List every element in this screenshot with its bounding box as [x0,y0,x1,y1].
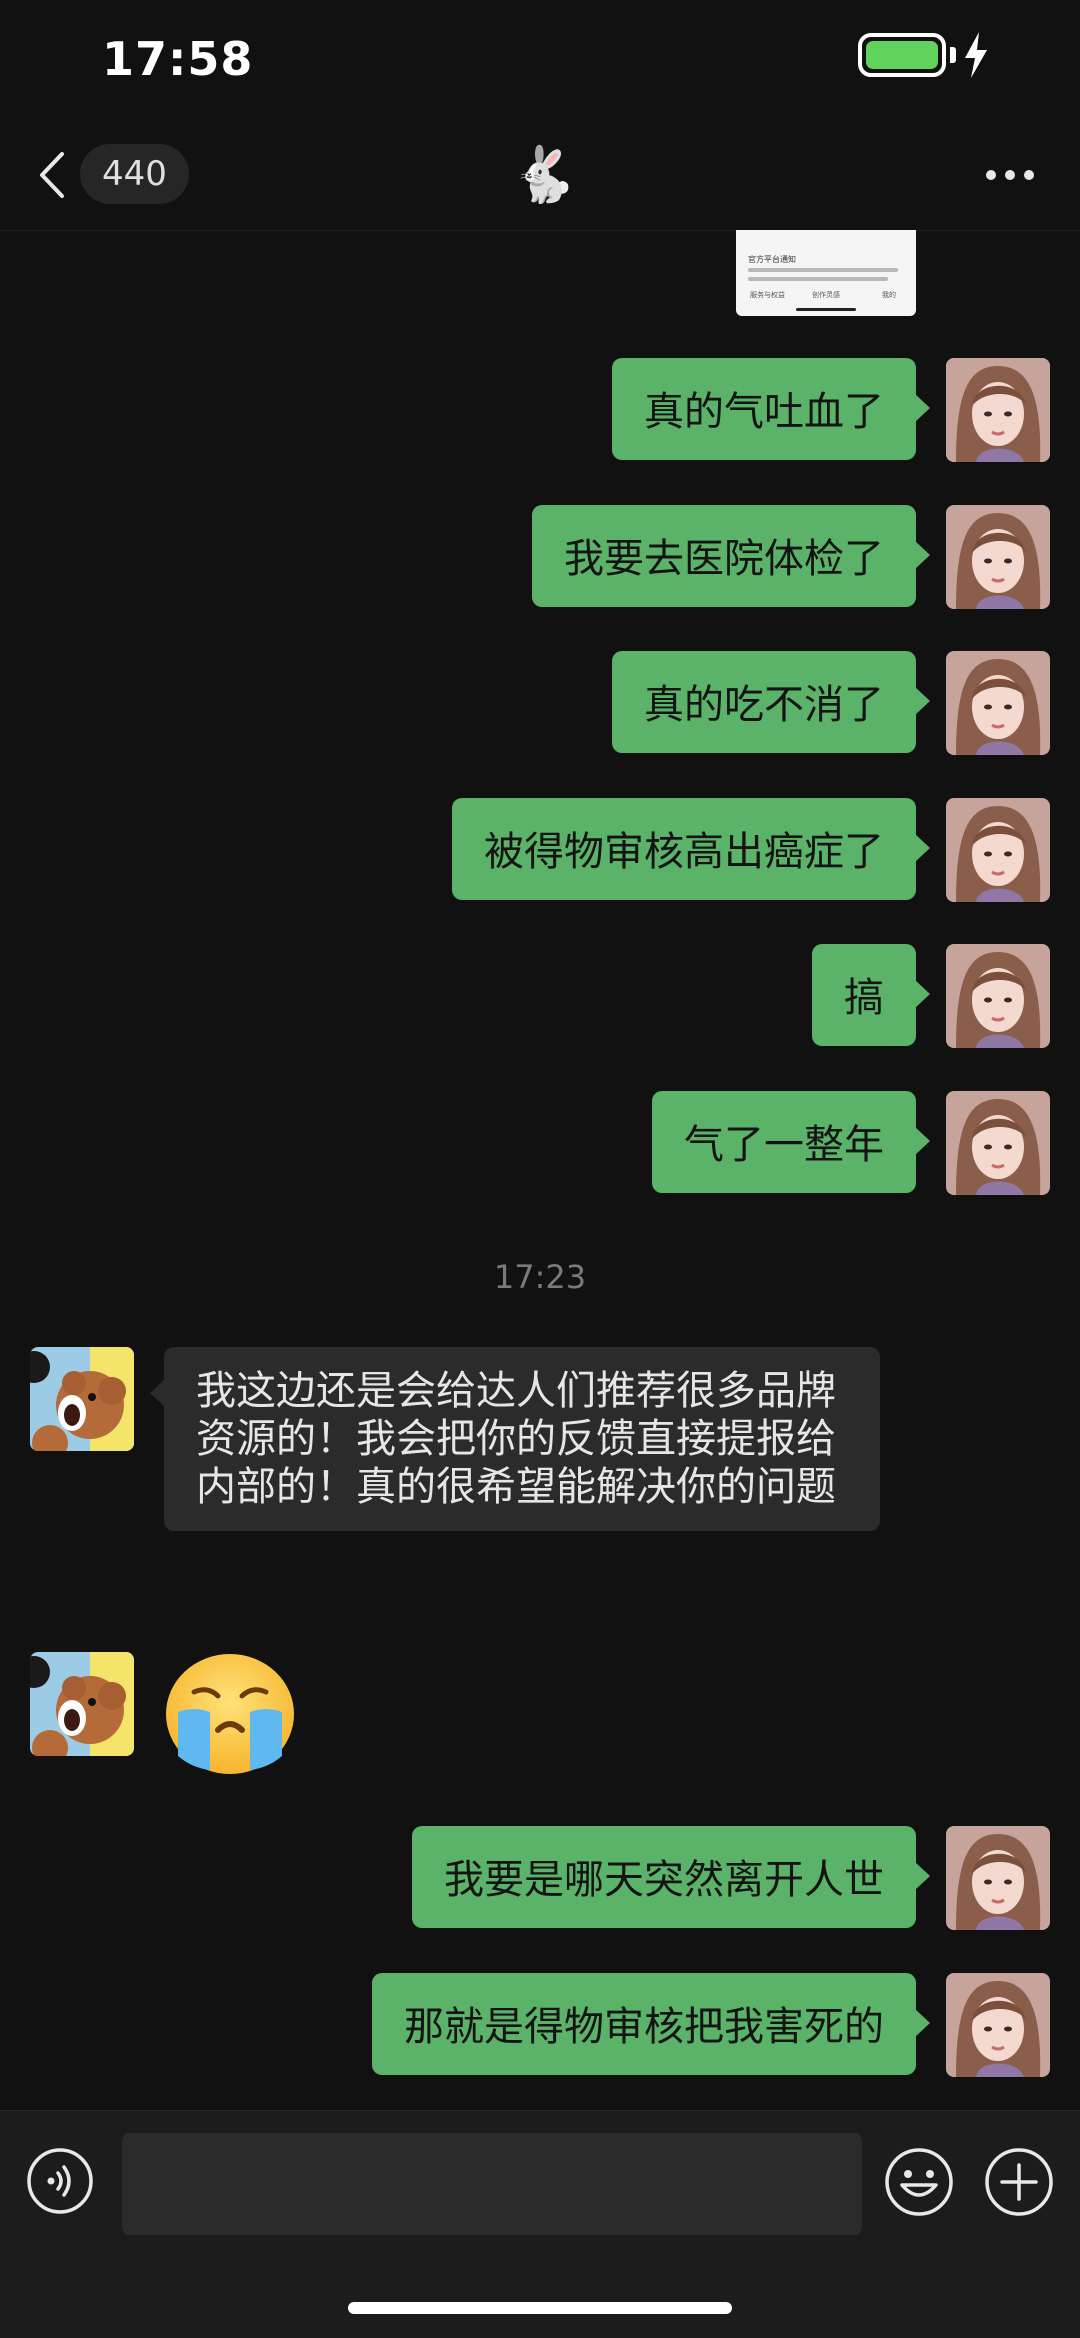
card-option: 服务与权益 [750,291,785,299]
outgoing-message-bubble[interactable]: 那就是得物审核把我害死的 [372,1973,930,2075]
shared-card-preview[interactable]: 官方平台通知 服务与权益 创作灵感 我的 [736,230,916,316]
outgoing-message-bubble[interactable]: 真的吃不消了 [612,651,930,753]
message-row: 搞 [0,944,1080,1048]
card-option: 创作灵感 [812,291,840,299]
chat-header: 440 🐇 [0,120,1080,231]
status-bar: 17:58 [0,0,1080,120]
battery-icon [858,33,946,77]
outgoing-message-bubble[interactable]: 被得物审核高出癌症了 [452,798,930,900]
emoji-picker-icon[interactable] [884,2147,954,2217]
timestamp-divider: 17:23 [493,1258,587,1296]
outgoing-message-bubble[interactable]: 我要是哪天突然离开人世 [412,1826,930,1928]
my-avatar[interactable] [946,1091,1050,1195]
card-option: 我的 [882,291,896,299]
outgoing-message-bubble[interactable]: 气了一整年 [652,1091,930,1193]
more-options-icon[interactable] [986,170,1034,182]
message-row: 我要去医院体检了 [0,505,1080,609]
my-avatar[interactable] [946,358,1050,462]
friend-avatar[interactable] [30,1347,134,1451]
unread-count-badge[interactable]: 440 [80,144,189,204]
my-avatar[interactable] [946,1826,1050,1930]
outgoing-message-bubble[interactable]: 我要去医院体检了 [532,505,930,607]
charging-bolt-icon [965,32,987,78]
home-indicator[interactable] [348,2302,732,2314]
message-row [0,1652,1080,1784]
my-avatar[interactable] [946,1973,1050,2077]
message-row: 被得物审核高出癌症了 [0,798,1080,902]
message-text-input[interactable] [122,2133,862,2235]
status-time: 17:58 [102,32,254,86]
chat-title: 🐇 [510,143,578,206]
message-row: 我这边还是会给达人们推荐很多品牌资源的！我会把你的反馈直接提报给内部的！真的很希… [0,1347,1080,1609]
my-avatar[interactable] [946,798,1050,902]
card-title: 官方平台通知 [748,255,796,264]
more-functions-plus-icon[interactable] [984,2147,1054,2217]
outgoing-message-bubble[interactable]: 搞 [812,944,930,1046]
my-avatar[interactable] [946,505,1050,609]
message-row: 真的气吐血了 [0,358,1080,462]
friend-avatar[interactable] [30,1652,134,1756]
message-row: 我要是哪天突然离开人世 [0,1826,1080,1930]
loudly-crying-face-icon[interactable] [164,1652,296,1776]
outgoing-message-bubble[interactable]: 真的气吐血了 [612,358,930,460]
message-row: 气了一整年 [0,1091,1080,1195]
my-avatar[interactable] [946,944,1050,1048]
message-row: 那就是得物审核把我害死的 [0,1973,1080,2077]
message-row: 真的吃不消了 [0,651,1080,755]
voice-input-icon[interactable] [26,2147,94,2215]
card-home-bar [796,308,856,311]
card-text-line [748,277,888,281]
incoming-message-bubble[interactable]: 我这边还是会给达人们推荐很多品牌资源的！我会把你的反馈直接提报给内部的！真的很希… [150,1347,880,1531]
back-icon[interactable] [36,150,68,200]
card-text-line [748,268,898,272]
my-avatar[interactable] [946,651,1050,755]
battery-cap [950,47,956,63]
